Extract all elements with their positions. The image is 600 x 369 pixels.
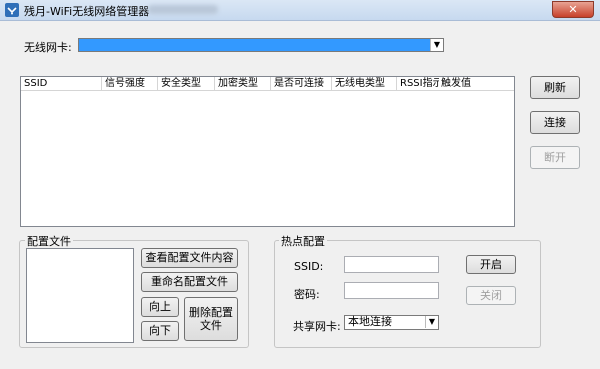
move-down-button[interactable]: 向下 [141,321,179,341]
adapter-label: 无线网卡: [24,41,72,54]
column-header-signal[interactable]: 信号强度 [102,77,158,90]
close-icon: ✕ [568,3,578,16]
password-input[interactable] [344,282,439,299]
column-header-ssid[interactable]: SSID [21,77,102,90]
column-header-connectable[interactable]: 是否可连接 [271,77,332,90]
window-title: 残月-WiFi无线网络管理器 [24,5,150,18]
column-header-radio-type[interactable]: 无线电类型 [332,77,397,90]
column-header-trigger[interactable]: 触发值 [439,77,489,90]
chevron-down-icon[interactable]: ▼ [430,39,443,51]
share-adapter-label: 共享网卡: [293,320,341,333]
refresh-button[interactable]: 刷新 [530,76,580,99]
network-list-header: SSID 信号强度 安全类型 加密类型 是否可连接 无线电类型 RSSI指示 触… [21,77,514,91]
disconnect-button[interactable]: 断开 [530,146,580,169]
stop-hotspot-button[interactable]: 关闭 [466,286,516,305]
wifi-app-icon [5,3,19,17]
hotspot-group-title: 热点配置 [279,233,327,249]
ssid-input[interactable] [344,256,439,273]
password-label: 密码: [294,288,320,301]
rename-profile-button[interactable]: 重命名配置文件 [141,272,238,292]
connect-button[interactable]: 连接 [530,111,580,134]
delete-profile-button[interactable]: 删除配置文件 [184,297,238,341]
view-profile-button[interactable]: 查看配置文件内容 [141,248,238,268]
close-button[interactable]: ✕ [552,1,594,18]
profiles-group-title: 配置文件 [25,233,73,249]
column-header-encryption[interactable]: 加密类型 [215,77,271,90]
profiles-list[interactable] [26,248,134,343]
share-adapter-value: 本地连接 [348,315,392,328]
adapter-select[interactable]: ▼ [78,38,444,52]
title-bar: 残月-WiFi无线网络管理器 ✕ [0,0,600,21]
blurred-title-extra [148,5,218,14]
column-header-security[interactable]: 安全类型 [158,77,215,90]
network-list[interactable]: SSID 信号强度 安全类型 加密类型 是否可连接 无线电类型 RSSI指示 触… [20,76,515,227]
start-hotspot-button[interactable]: 开启 [466,255,516,274]
chevron-down-icon[interactable]: ▼ [425,316,438,328]
share-adapter-select[interactable]: 本地连接 ▼ [344,315,439,330]
move-up-button[interactable]: 向上 [141,297,179,317]
ssid-label: SSID: [294,260,324,273]
